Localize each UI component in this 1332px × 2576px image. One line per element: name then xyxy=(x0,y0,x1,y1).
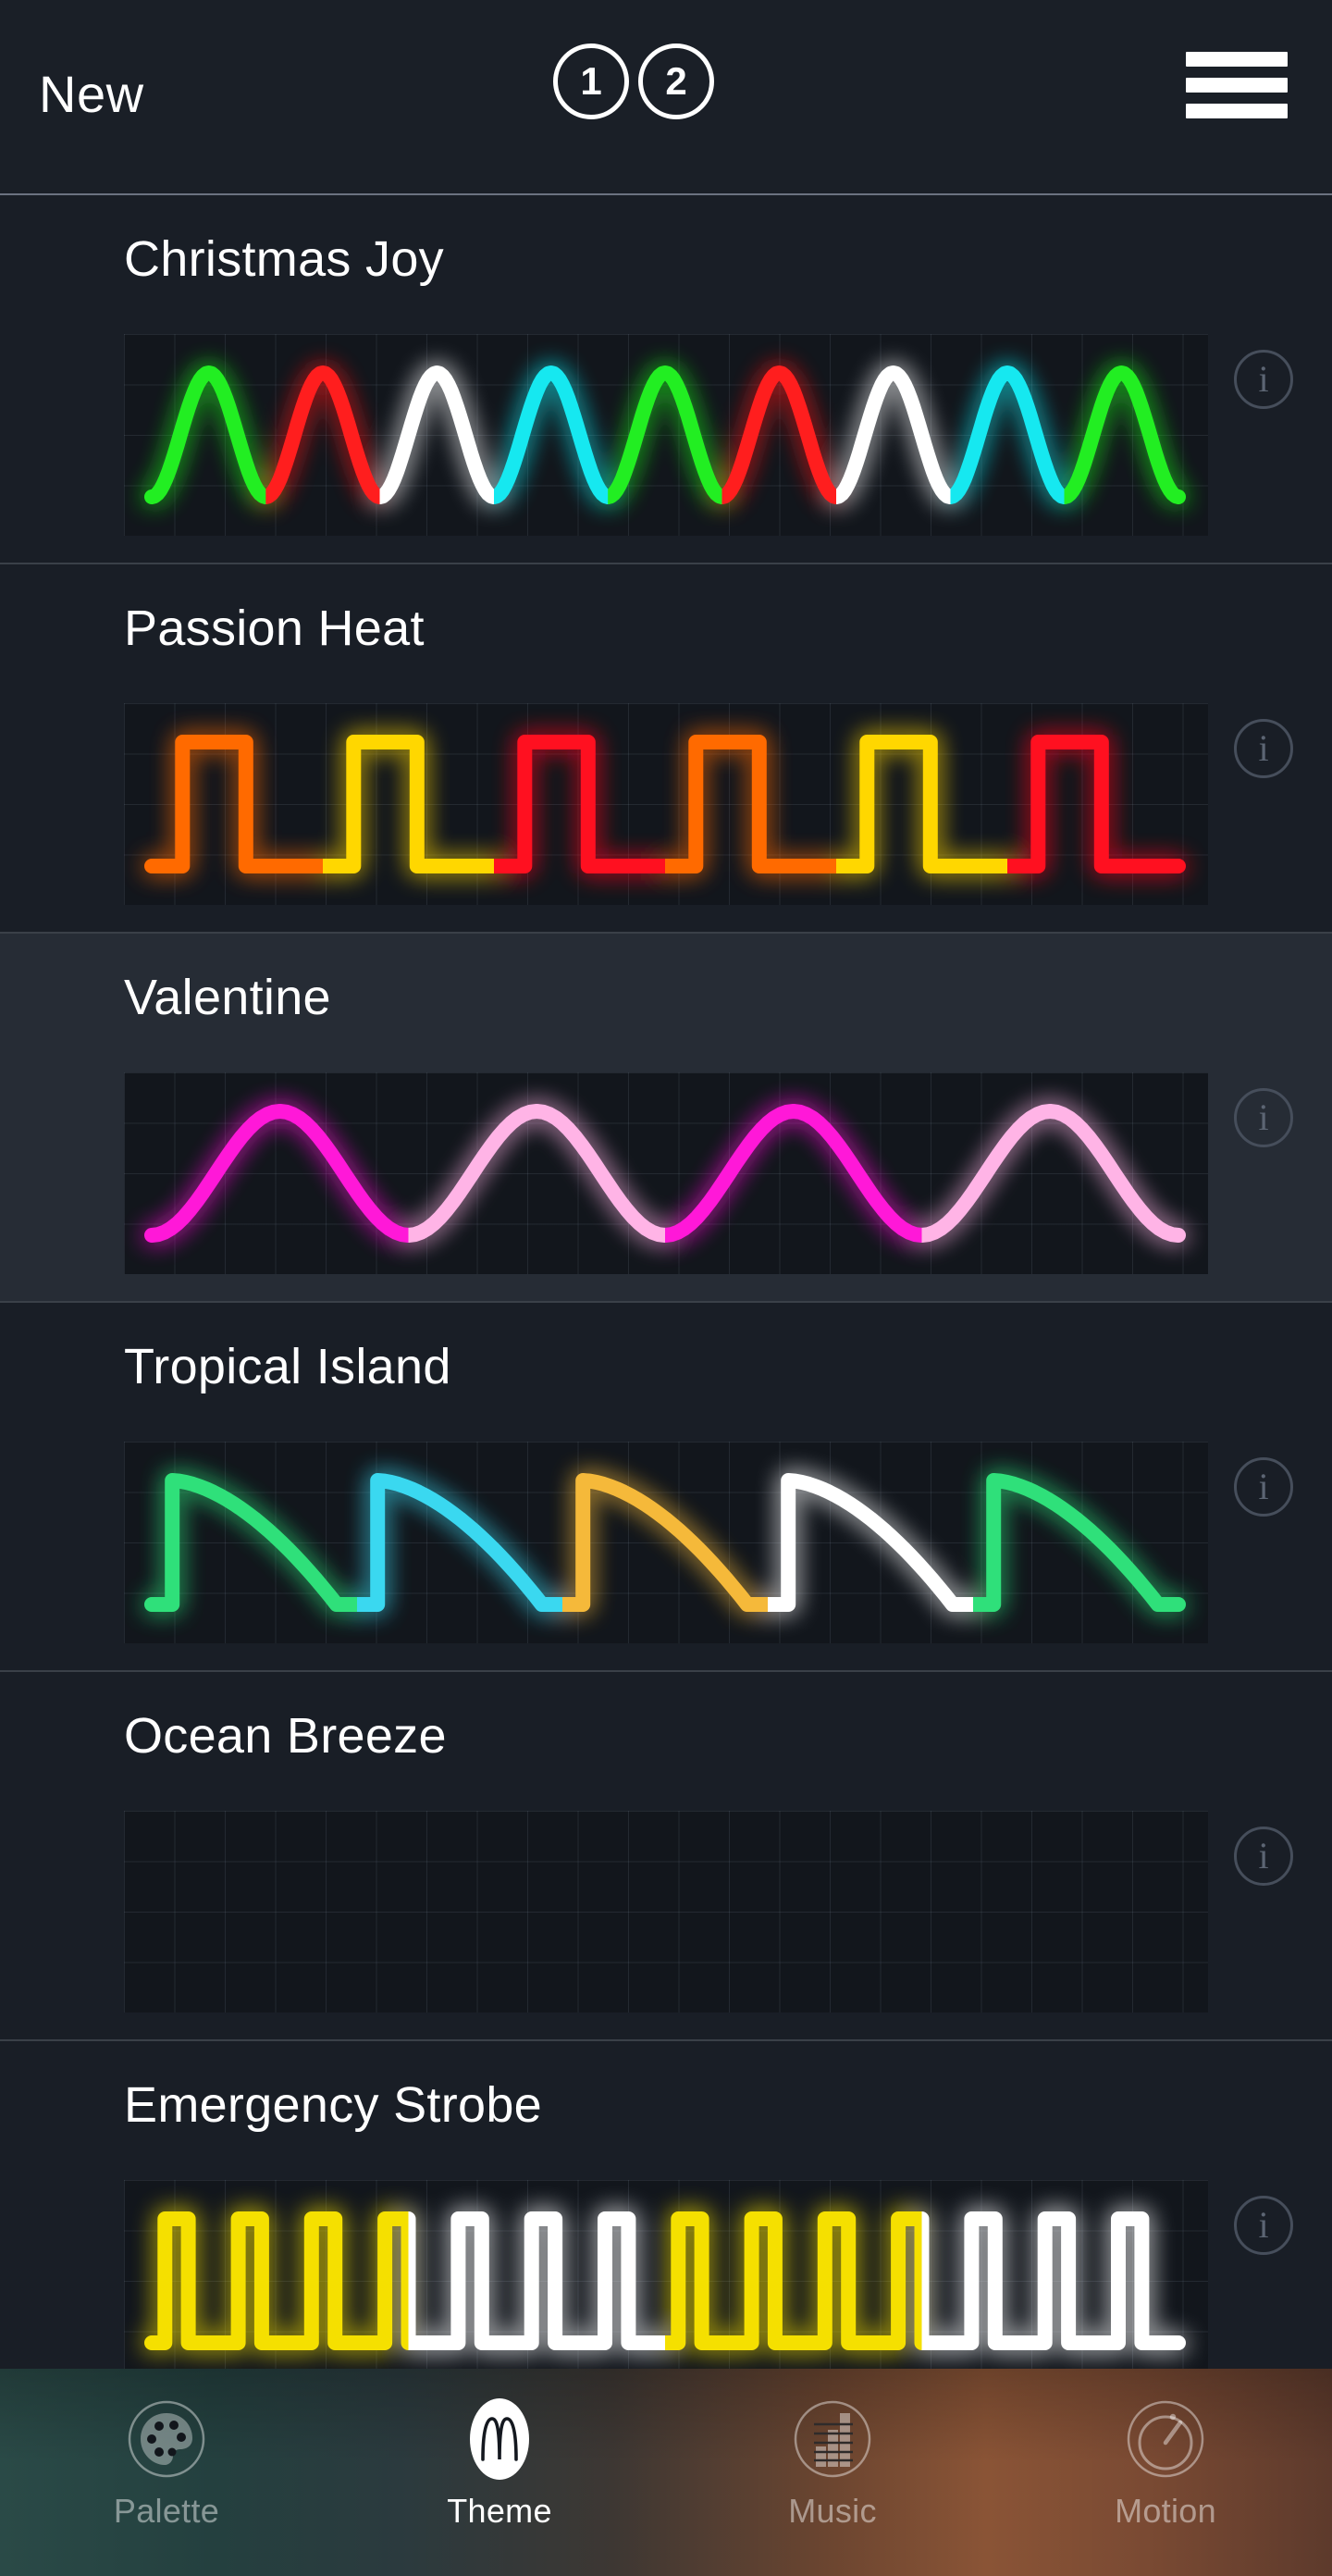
tab-theme[interactable]: Theme xyxy=(333,2369,666,2576)
menu-bar-3 xyxy=(1186,104,1288,118)
palette-icon xyxy=(124,2396,209,2482)
theme-row[interactable]: Christmas Joy i xyxy=(0,195,1332,564)
tab-label: Music xyxy=(788,2492,877,2530)
scene-button-2[interactable]: 2 xyxy=(638,43,714,119)
waveform-preview xyxy=(124,1811,1208,2012)
theme-row[interactable]: Tropical Island i xyxy=(0,1303,1332,1672)
info-icon-glyph: i xyxy=(1258,2203,1269,2246)
info-icon[interactable]: i xyxy=(1234,349,1293,409)
app-header: New 1 2 xyxy=(0,0,1332,195)
waveform-preview xyxy=(124,1072,1208,1274)
theme-row[interactable]: Ocean Breeze i xyxy=(0,1672,1332,2041)
waveform-preview xyxy=(124,703,1208,905)
theme-row[interactable]: Valentine i xyxy=(0,934,1332,1303)
tab-label: Palette xyxy=(113,2492,220,2530)
info-icon-glyph: i xyxy=(1258,1834,1269,1876)
tab-label: Theme xyxy=(447,2492,552,2530)
waveform-preview xyxy=(124,334,1208,536)
waveform-icon xyxy=(457,2396,542,2482)
menu-bar-2 xyxy=(1186,78,1288,93)
tab-music[interactable]: Music xyxy=(666,2369,999,2576)
info-icon-glyph: i xyxy=(1258,357,1269,400)
info-icon[interactable]: i xyxy=(1234,1456,1293,1517)
scene-selector: 1 2 xyxy=(553,43,714,119)
hamburger-menu-icon[interactable] xyxy=(1186,52,1288,118)
theme-name: Passion Heat xyxy=(124,601,425,656)
theme-name: Ocean Breeze xyxy=(124,1708,447,1764)
equalizer-icon xyxy=(790,2396,875,2482)
theme-name: Christmas Joy xyxy=(124,231,444,287)
menu-bar-1 xyxy=(1186,52,1288,67)
scene-button-1[interactable]: 1 xyxy=(553,43,629,119)
waveform-preview xyxy=(124,1442,1208,1643)
info-icon[interactable]: i xyxy=(1234,1826,1293,1886)
waveform-preview xyxy=(124,2180,1208,2382)
info-icon[interactable]: i xyxy=(1234,718,1293,778)
tab-motion[interactable]: Motion xyxy=(999,2369,1332,2576)
info-icon-glyph: i xyxy=(1258,1096,1269,1138)
tab-label: Motion xyxy=(1115,2492,1216,2530)
theme-name: Valentine xyxy=(124,970,331,1025)
bottom-tab-bar: Palette Theme Music Motion xyxy=(0,2369,1332,2576)
theme-name: Emergency Strobe xyxy=(124,2077,543,2133)
info-icon-glyph: i xyxy=(1258,726,1269,769)
theme-row[interactable]: Emergency Strobe i xyxy=(0,2041,1332,2410)
info-icon[interactable]: i xyxy=(1234,2195,1293,2255)
info-icon-glyph: i xyxy=(1258,1465,1269,1507)
theme-list: Christmas Joy i Passion Heat i Valentine i Tro… xyxy=(0,195,1332,2410)
stopwatch-icon xyxy=(1123,2396,1208,2482)
theme-name: Tropical Island xyxy=(124,1339,451,1394)
info-icon[interactable]: i xyxy=(1234,1087,1293,1147)
tab-palette[interactable]: Palette xyxy=(0,2369,333,2576)
page-title: New xyxy=(39,65,144,123)
theme-row[interactable]: Passion Heat i xyxy=(0,564,1332,934)
